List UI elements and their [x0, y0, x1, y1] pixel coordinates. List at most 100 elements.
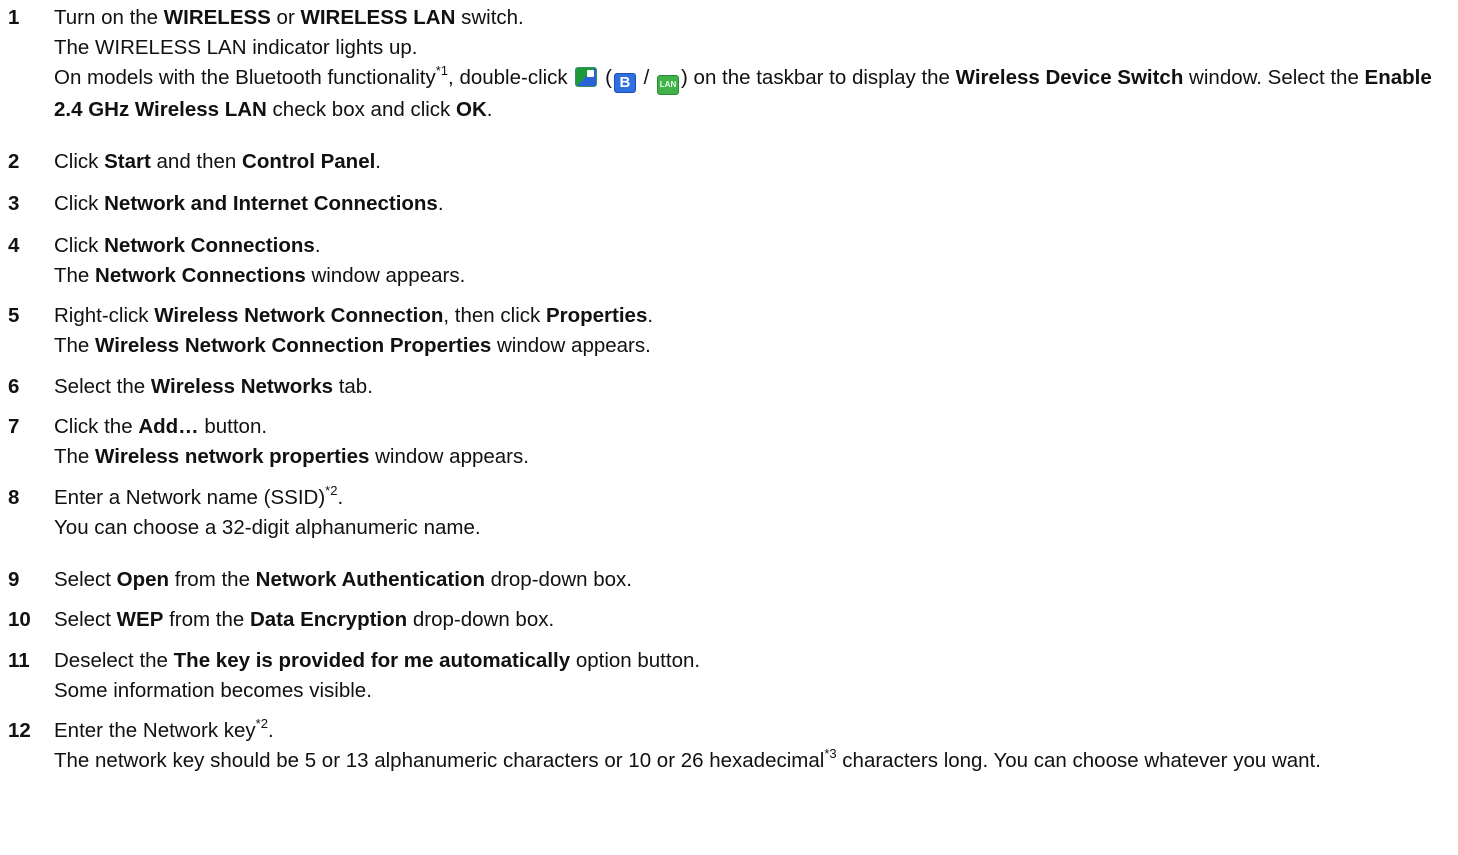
text-run: .: [314, 234, 321, 257]
step-line: Click the Add… button.: [54, 412, 1458, 442]
bold-ui-term: Control Panel: [242, 150, 376, 173]
footnote-ref: *2: [325, 483, 338, 499]
step-number: 6: [8, 375, 20, 398]
bold-ui-term: Wireless Networks: [150, 375, 333, 398]
step-5: 5 Right-click Wireless Network Connection…: [8, 301, 1458, 361]
step-line: Select the Wireless Networks tab.: [54, 372, 1458, 402]
step-line: Right-click Wireless Network Connection,…: [54, 301, 1458, 331]
bold-ui-term: Wireless Network Connection Properties: [95, 334, 492, 357]
text-run: The WIRELESS LAN indicator lights up.: [54, 36, 418, 59]
step-text: Right-click Wireless Network Connection,…: [54, 301, 1458, 361]
text-run: The: [54, 264, 96, 287]
text-run: window appears.: [491, 334, 651, 357]
step-line: The Wireless Network Connection Properti…: [54, 331, 1458, 361]
step-text: Enter the Network key*2. The network key …: [54, 716, 1458, 776]
text-run: button.: [198, 415, 268, 438]
text-run: switch.: [455, 6, 524, 29]
text-run: characters long. You can choose whatever…: [836, 749, 1321, 772]
bold-ui-term: Wireless network properties: [95, 445, 370, 468]
text-run: The network key should be 5 or 13 alphan…: [54, 749, 825, 772]
step-text: Select the Wireless Networks tab.: [54, 372, 1458, 402]
step-number: 1: [8, 6, 20, 29]
text-run: On models with the Bluetooth functionali…: [54, 66, 436, 89]
text-run: Enter a Network name (SSID): [54, 486, 326, 509]
step-text: Click Start and then Control Panel.: [54, 147, 1458, 177]
text-run: Turn on the: [54, 6, 164, 29]
text-run: .: [647, 304, 654, 327]
step-11: 11 Deselect the The key is provided for m…: [8, 646, 1458, 706]
text-run: , then click: [443, 304, 546, 327]
bold-ui-term: The key is provided for me automatically: [173, 649, 571, 672]
step-line: Enter the Network key*2.: [54, 716, 1458, 746]
step-1: 1 Turn on the WIRELESS or WIRELESS LAN sw…: [8, 3, 1458, 125]
text-run: .: [437, 192, 444, 215]
step-line: The WIRELESS LAN indicator lights up.: [54, 33, 1458, 63]
step-number: 8: [8, 486, 20, 509]
bold-ui-term: Wireless Network Connection: [154, 304, 444, 327]
text-run: window appears.: [369, 445, 529, 468]
step-line: Click Network and Internet Connections.: [54, 189, 1458, 219]
text-run: check box and click: [266, 98, 457, 121]
text-run: Click: [54, 192, 105, 215]
step-number: 5: [8, 304, 20, 327]
step-line: Deselect the The key is provided for me …: [54, 646, 1458, 676]
bold-ui-term: Add…: [138, 415, 199, 438]
text-run: .: [337, 486, 344, 509]
step-text: Turn on the WIRELESS or WIRELESS LAN swi…: [54, 3, 1458, 125]
step-text: Click Network Connections. The Network Co…: [54, 231, 1458, 291]
text-run: option button.: [570, 649, 701, 672]
step-line: Turn on the WIRELESS or WIRELESS LAN swi…: [54, 3, 1458, 33]
step-10: 10 Select WEP from the Data Encryption dr…: [8, 605, 1458, 635]
text-run: Deselect the: [54, 649, 174, 672]
step-number: 10: [8, 608, 31, 631]
bold-ui-term: Wireless Device Switch: [955, 66, 1184, 89]
bold-ui-term: Data Encryption: [249, 608, 408, 631]
text-run: Select the: [54, 375, 151, 398]
text-run: , double-click: [448, 66, 574, 89]
text-run: Click the: [54, 415, 139, 438]
text-run: from the: [169, 568, 256, 591]
step-line: Select WEP from the Data Encryption drop…: [54, 605, 1458, 635]
step-text: Click Network and Internet Connections.: [54, 189, 1458, 219]
footnote-ref: *1: [435, 63, 449, 79]
step-4: 4 Click Network Connections. The Network C…: [8, 231, 1458, 291]
text-run: .: [375, 150, 381, 173]
step-text: Enter a Network name (SSID)*2. You can ch…: [54, 483, 1458, 543]
step-note: The network key should be 5 or 13 alphan…: [54, 746, 1449, 776]
step-8: 8 Enter a Network name (SSID)*2. You can c…: [8, 483, 1458, 543]
step-number: 11: [8, 649, 30, 672]
text-run: drop-down box.: [484, 568, 632, 591]
text-run: drop-down box.: [407, 608, 555, 631]
step-number: 3: [8, 192, 20, 215]
step-text: Select WEP from the Data Encryption drop…: [54, 605, 1458, 635]
text-run: The: [54, 334, 96, 357]
step-line: Select Open from the Network Authenticat…: [54, 565, 1458, 595]
text-run: ) on the taskbar to display the: [681, 66, 956, 89]
text-run: and then: [150, 150, 243, 173]
step-number: 7: [8, 415, 20, 438]
step-number: 4: [8, 234, 20, 257]
text-run: .: [267, 719, 274, 742]
step-9: 9 Select Open from the Network Authentica…: [8, 565, 1458, 595]
text-run: /: [637, 66, 656, 89]
step-3: 3 Click Network and Internet Connections.: [8, 189, 1458, 219]
bold-ui-term: WEP: [116, 608, 164, 631]
bold-ui-term: WIRELESS LAN: [300, 6, 456, 29]
text-run: Click: [54, 234, 105, 257]
step-note: On models with the Bluetooth functionali…: [54, 63, 1449, 125]
step-number: 9: [8, 568, 20, 591]
step-number: 12: [8, 719, 31, 742]
bold-ui-term: Properties: [545, 304, 648, 327]
step-line: Some information becomes visible.: [54, 676, 1458, 706]
text-run: window appears.: [305, 264, 466, 287]
step-text: Click the Add… button. The Wireless netwo…: [54, 412, 1458, 472]
step-number: 2: [8, 150, 20, 173]
bold-ui-term: Network Connections: [104, 234, 315, 257]
lan-icon: LAN: [657, 75, 680, 95]
text-run: Click: [54, 150, 105, 173]
bold-ui-term: Network Authentication: [255, 568, 485, 591]
bold-ui-term: Start: [104, 150, 151, 173]
bold-ui-term: Network and Internet Connections: [104, 192, 438, 215]
footnote-ref: *2: [255, 716, 268, 732]
step-line: You can choose a 32-digit alphanumeric n…: [54, 513, 1458, 543]
